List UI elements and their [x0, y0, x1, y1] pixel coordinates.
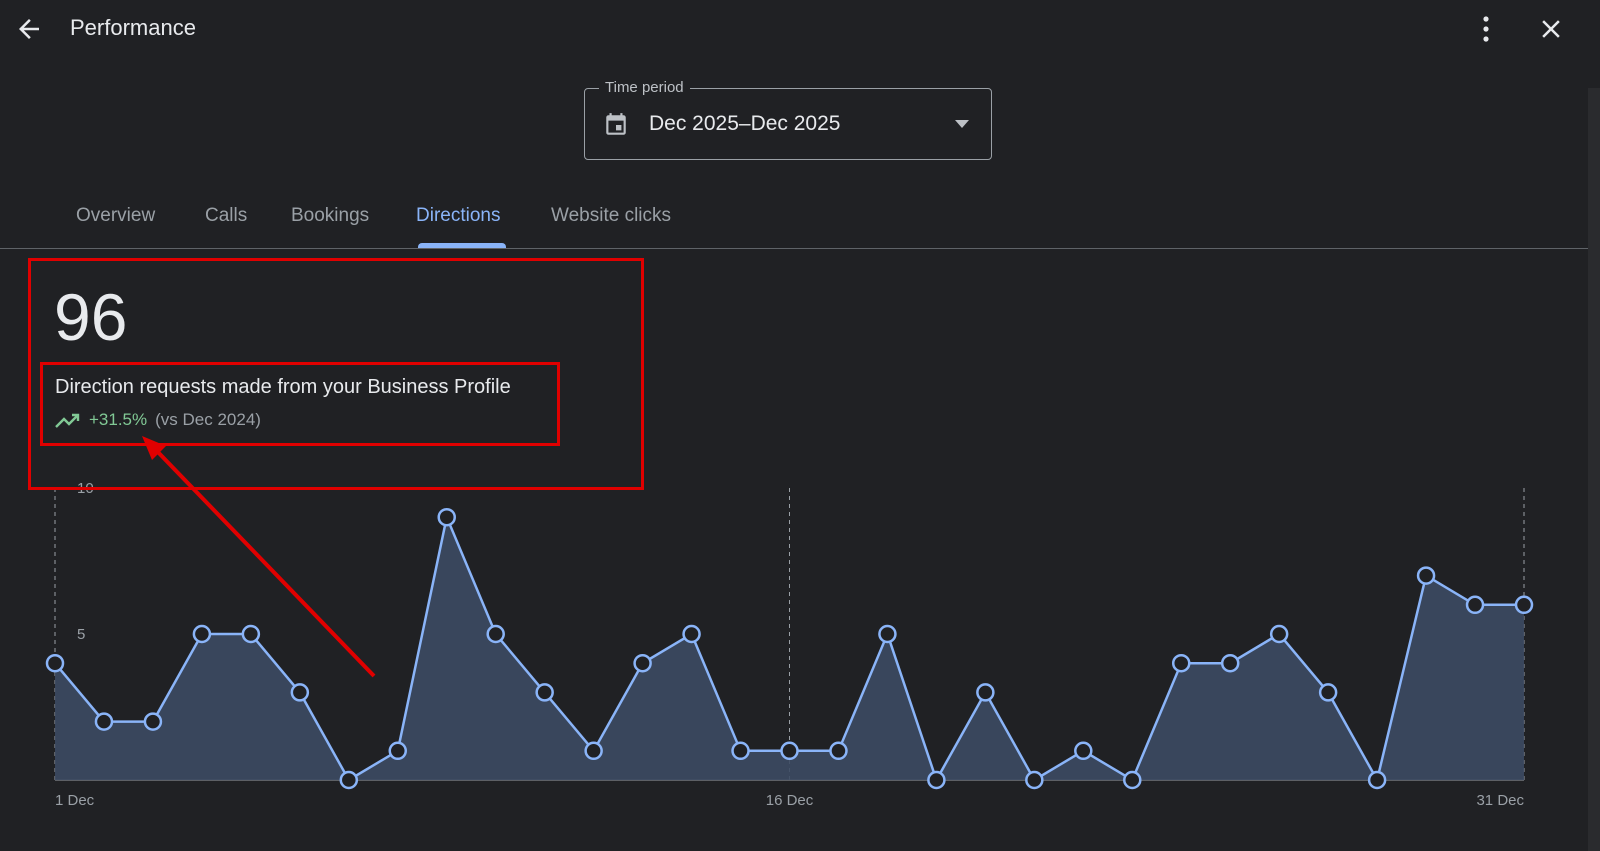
data-point[interactable]	[290, 683, 310, 702]
x-tick-label: 31 Dec	[1476, 792, 1524, 809]
data-point[interactable]	[1074, 741, 1093, 761]
data-point[interactable]	[1025, 770, 1044, 790]
data-point[interactable]	[143, 712, 163, 731]
x-tick-label: 1 Dec	[55, 792, 95, 809]
data-point[interactable]	[633, 653, 652, 673]
data-point[interactable]	[780, 741, 799, 761]
x-tick-label: 16 Dec	[766, 792, 814, 809]
data-point[interactable]	[584, 741, 603, 761]
data-point[interactable]	[1465, 595, 1485, 615]
data-point[interactable]	[1416, 566, 1436, 585]
data-point[interactable]	[1269, 624, 1289, 644]
data-point[interactable]	[1220, 653, 1240, 673]
data-point[interactable]	[388, 741, 408, 761]
data-point[interactable]	[682, 624, 701, 644]
data-point[interactable]	[927, 770, 946, 790]
data-point[interactable]	[437, 507, 456, 527]
y-tick-label: 5	[77, 626, 85, 643]
data-point[interactable]	[1171, 653, 1191, 673]
data-point[interactable]	[829, 741, 848, 761]
data-point[interactable]	[45, 653, 65, 673]
data-point[interactable]	[976, 683, 995, 702]
data-point[interactable]	[535, 683, 554, 702]
data-point[interactable]	[486, 624, 505, 644]
data-point[interactable]	[94, 712, 114, 731]
annotation-box-inner	[40, 362, 560, 446]
data-point[interactable]	[1123, 770, 1142, 790]
data-point[interactable]	[192, 624, 212, 644]
data-point[interactable]	[1318, 683, 1338, 702]
data-point[interactable]	[1514, 595, 1534, 615]
data-point[interactable]	[878, 624, 897, 644]
data-point[interactable]	[241, 624, 261, 644]
data-point[interactable]	[731, 741, 750, 761]
data-point[interactable]	[339, 770, 359, 790]
data-point[interactable]	[1367, 770, 1387, 790]
